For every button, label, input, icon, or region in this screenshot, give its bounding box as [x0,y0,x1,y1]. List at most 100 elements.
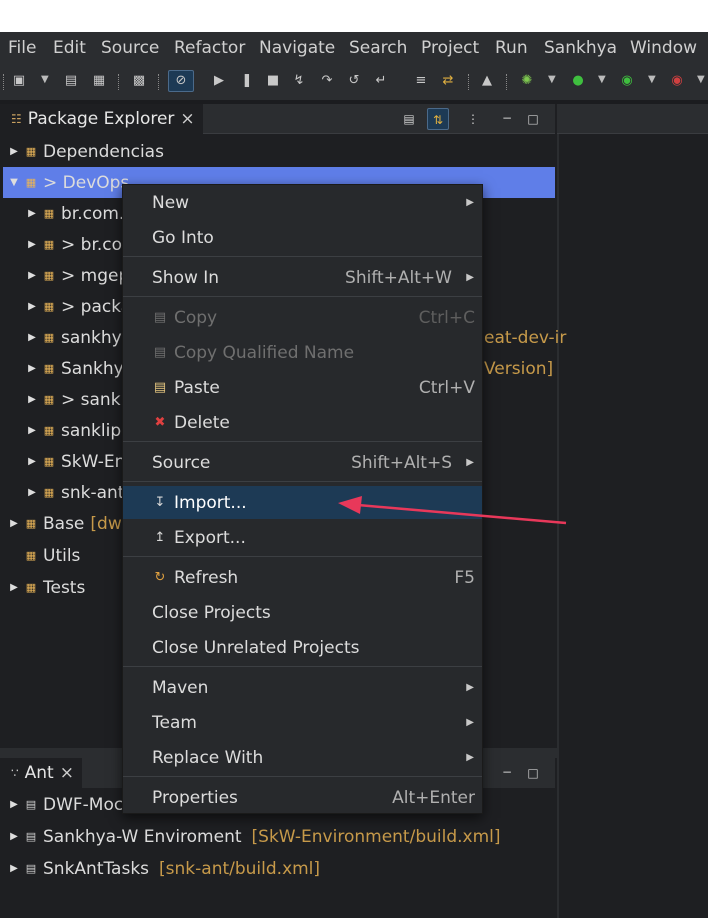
menu-item-export[interactable]: ↥ Export... [123,521,482,554]
step-into-icon[interactable]: ↷ [320,74,334,88]
menu-window[interactable]: Window [630,38,697,58]
menu-item-properties[interactable]: Properties Alt+Enter [123,781,482,813]
menu-source[interactable]: Source [101,38,159,58]
coverage-dropdown-icon[interactable]: ▼ [648,74,656,85]
maximize-icon[interactable]: □ [525,765,541,781]
collapsed-twisty-icon[interactable]: ▶ [27,425,37,436]
menu-item-copy-qualified-name[interactable]: ▤ Copy Qualified Name [123,336,482,369]
menu-item-import[interactable]: ↧ Import... [123,486,482,519]
disconnect-icon[interactable]: ↯ [292,74,306,88]
collapsed-twisty-icon[interactable]: ▶ [9,799,19,810]
menu-item-close-projects[interactable]: Close Projects [123,596,482,629]
menu-item-show-in[interactable]: Show In Shift+Alt+W ▶ [123,261,482,294]
menu-item-new[interactable]: New ▶ [123,186,482,219]
menu-item-replace-with[interactable]: Replace With ▶ [123,741,482,774]
collapsed-twisty-icon[interactable]: ▶ [9,518,19,529]
suspend-icon[interactable]: ❚ [240,74,254,88]
terminate-icon[interactable]: ■ [266,74,280,88]
menu-item-label: Close Projects [152,602,271,623]
step-over-icon[interactable]: ↺ [347,74,361,88]
minimize-icon[interactable]: − [499,110,515,126]
delete-icon: ✖ [154,415,166,430]
menu-refactor[interactable]: Refactor [174,38,245,58]
toolbar-separator [506,74,508,90]
copy-icon: ▤ [153,310,167,325]
step-return-icon[interactable]: ↵ [374,74,388,88]
menu-project[interactable]: Project [421,38,479,58]
editor-tabstrip [557,104,708,134]
context-menu: New ▶ Go Into Show In Shift+Alt+W ▶ ▤ Co… [122,184,483,814]
collapsed-twisty-icon[interactable]: ▶ [9,831,19,842]
menu-edit[interactable]: Edit [53,38,86,58]
copy-qualified-icon: ▤ [153,345,167,360]
menu-item-team[interactable]: Team ▶ [123,706,482,739]
tree-item-dependencias[interactable]: ▶ ▦ Dependencias [3,136,555,167]
menu-item-delete[interactable]: ✖ Delete [123,406,482,439]
external-tools-icon[interactable]: ◉ [670,74,684,88]
collapsed-twisty-icon[interactable]: ▶ [27,208,37,219]
close-tab-icon[interactable]: × [180,109,194,129]
menu-separator [123,666,482,667]
tree-item-label: Tests [43,577,86,598]
tab-ant[interactable]: ∵ Ant × [3,758,82,788]
maximize-icon[interactable]: □ [525,111,541,127]
menu-sankhya[interactable]: Sankhya [544,38,617,58]
collapse-all-icon[interactable]: ▤ [401,111,417,127]
project-icon: ▦ [43,486,55,499]
collapsed-twisty-icon[interactable]: ▶ [27,394,37,405]
ant-title: Ant [24,763,54,783]
next-annotation-icon[interactable]: ⇄ [441,74,455,88]
menu-file[interactable]: File [8,38,36,58]
minimize-icon[interactable]: − [499,764,515,780]
skip-breakpoints-icon[interactable]: ⊘ [168,70,194,92]
ant-item-sankhya-w-enviroment[interactable]: ▶ ▤ Sankhya-W Enviroment [SkW-Environmen… [3,821,555,852]
project-icon: ▦ [43,455,55,468]
menu-navigate[interactable]: Navigate [259,38,335,58]
view-menu-icon[interactable]: ⋮ [465,111,481,127]
collapsed-twisty-icon[interactable]: ▶ [27,363,37,374]
coverage-icon[interactable]: ◉ [620,74,634,88]
terminal-icon[interactable]: ▩ [132,74,146,88]
resume-icon[interactable]: ▶ [212,74,226,88]
collapsed-twisty-icon[interactable]: ▶ [9,863,19,874]
collapsed-twisty-icon[interactable]: ▶ [27,456,37,467]
run-icon[interactable]: ● [571,74,585,88]
collapsed-twisty-icon[interactable]: ▶ [9,582,19,593]
menu-item-go-into[interactable]: Go Into [123,221,482,254]
menu-item-label: Go Into [152,227,214,248]
collapsed-twisty-icon[interactable]: ▶ [27,332,37,343]
debug-dropdown-icon[interactable]: ▼ [548,74,556,85]
collapsed-twisty-icon[interactable]: ▶ [27,239,37,250]
open-type-icon[interactable]: ≡ [414,74,428,88]
menu-search[interactable]: Search [349,38,407,58]
menu-item-label: Import... [174,492,247,513]
menu-run[interactable]: Run [495,38,528,58]
collapsed-twisty-icon[interactable]: ▶ [27,301,37,312]
collapsed-twisty-icon[interactable]: ▶ [9,146,19,157]
project-icon: ▦ [43,424,55,437]
menu-item-source[interactable]: Source Shift+Alt+S ▶ [123,446,482,479]
menu-item-label: Delete [174,412,230,433]
close-tab-icon[interactable]: × [60,763,74,783]
toolbar-separator [3,74,5,90]
menu-item-paste[interactable]: ▤ Paste Ctrl+V [123,371,482,404]
menu-item-copy[interactable]: ▤ Copy Ctrl+C [123,301,482,334]
debug-icon[interactable]: ✺ [520,74,534,88]
menu-item-refresh[interactable]: ↻ Refresh F5 [123,561,482,594]
main-toolbar: ▣ ▼ ▤ ▦ ▩ ⊘ ▶ ❚ ■ ↯ ↷ ↺ ↵ ≡ ⇄ ▲ ✺ ▼ ● ▼ … [0,64,708,100]
menu-item-close-unrelated-projects[interactable]: Close Unrelated Projects [123,631,482,664]
save-all-icon[interactable]: ▦ [92,74,106,88]
open-task-icon[interactable]: ▲ [480,74,494,88]
run-dropdown-icon[interactable]: ▼ [598,74,606,85]
tab-package-explorer[interactable]: ☷ Package Explorer × [3,104,203,134]
external-tools-dropdown-icon[interactable]: ▼ [697,74,705,85]
collapsed-twisty-icon[interactable]: ▶ [27,270,37,281]
link-with-editor-icon[interactable]: ⇅ [427,108,449,130]
ant-item-snkanttasks[interactable]: ▶ ▤ SnkAntTasks [snk-ant/build.xml] [3,853,555,884]
collapsed-twisty-icon[interactable]: ▶ [27,487,37,498]
menu-item-maven[interactable]: Maven ▶ [123,671,482,704]
new-wizard-icon[interactable]: ▣ [12,74,26,88]
new-dropdown-icon[interactable]: ▼ [41,74,49,85]
expanded-twisty-icon[interactable]: ▼ [9,177,19,188]
save-icon[interactable]: ▤ [64,74,78,88]
